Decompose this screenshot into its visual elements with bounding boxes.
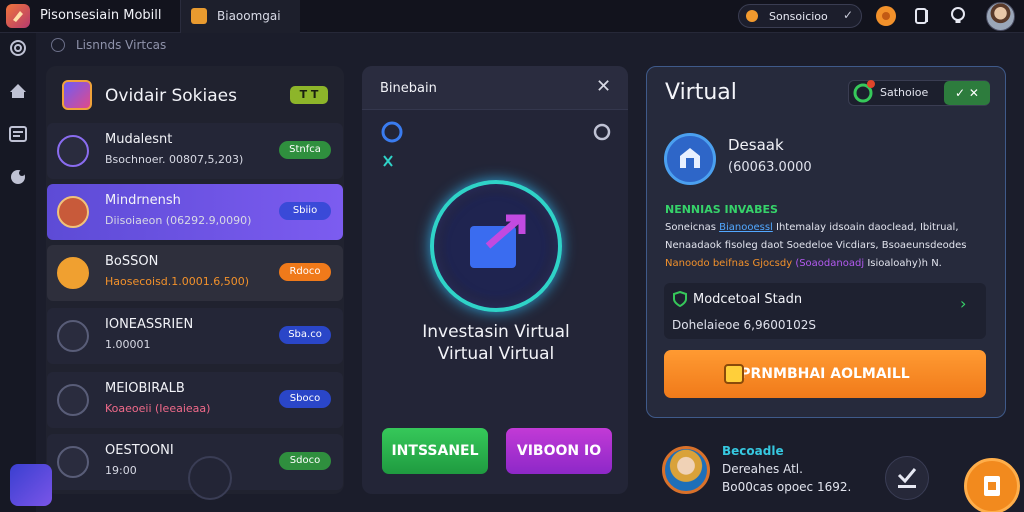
- list-item-sub: 1.00001: [105, 338, 151, 351]
- profile-detail: Dereahes Atl.: [722, 462, 803, 476]
- virtual-hero-icon: [430, 180, 562, 312]
- notification-icon[interactable]: [876, 6, 896, 26]
- tab-label: Biaoomgai: [217, 9, 281, 23]
- tab-secondary[interactable]: Biaoomgai: [180, 0, 300, 33]
- breadcrumb-icon: [51, 38, 65, 52]
- status-pill-label: Sathoioe: [880, 86, 929, 99]
- panel-header-icon: [62, 80, 92, 110]
- account-code: (60063.0000: [728, 160, 812, 175]
- session-label: Sonsoicioo: [769, 10, 828, 23]
- status-row-meta: Dohelaieoe 6,9600102S: [672, 318, 817, 332]
- floating-action-button[interactable]: [964, 458, 1020, 512]
- add-item-button[interactable]: [10, 464, 52, 506]
- list-item-selected[interactable]: Mindrnensh Diisoiaeon (06292.9,0090) Sbi…: [47, 184, 343, 240]
- profile-avatar[interactable]: [662, 446, 710, 494]
- breadcrumb[interactable]: Lisnnds Virtcas: [76, 38, 166, 52]
- app-title: Pisonsesiain Mobill: [40, 8, 162, 23]
- bug-report-button[interactable]: [188, 456, 232, 500]
- description-link[interactable]: Bianooessl: [719, 222, 773, 233]
- tab-icon: [191, 8, 207, 24]
- document-icon: [57, 135, 89, 167]
- tag-icon: [57, 257, 89, 289]
- session-status-icon: [746, 10, 758, 22]
- virtual-card-title: Virtual: [665, 80, 737, 105]
- video-button[interactable]: VIBOON IO: [506, 428, 612, 474]
- primary-action-button[interactable]: PRNMBHAI AOLMAILL: [664, 350, 986, 398]
- session-selector[interactable]: Sonsoicioo ✓: [738, 4, 862, 28]
- description-link[interactable]: (Soaodanoadj: [795, 258, 864, 269]
- profile-title: Becoadle: [722, 444, 784, 458]
- chevron-down-icon: ✓: [843, 8, 854, 22]
- check-button[interactable]: [885, 456, 929, 500]
- printer-icon: [57, 320, 89, 352]
- chevron-right-icon[interactable]: ›: [960, 294, 966, 313]
- list-item-title: OESTOONI: [105, 443, 174, 458]
- account-name: Desaak: [728, 136, 784, 154]
- list-item-title: BoSSON: [105, 254, 159, 269]
- status-badge[interactable]: Sbiio: [279, 202, 331, 220]
- detail-card-title: Binebain: [380, 81, 437, 96]
- status-badge[interactable]: Stnfca: [279, 141, 331, 159]
- list-item[interactable]: Mudalesnt Bsochnoer. 00807,5,203) Stnfca: [47, 123, 343, 179]
- status-row-title: Modcetoal Stadn: [693, 292, 803, 307]
- list-item-title: MEIOBIRALB: [105, 381, 185, 396]
- install-button[interactable]: INTSSANEL: [382, 428, 488, 474]
- location-icon[interactable]: [380, 120, 404, 144]
- status-badge[interactable]: Sboco: [279, 390, 331, 408]
- list-item-title: Mudalesnt: [105, 132, 173, 147]
- at-icon[interactable]: [8, 38, 28, 58]
- description-line: Nanoodo beifnas Gjocsdy (Soaodanoadj Isi…: [665, 258, 942, 269]
- list-item[interactable]: MEIOBIRALB Koaeoeii (Ieeaieaa) Sboco: [47, 372, 343, 428]
- detail-heading: Investasin Virtual: [422, 322, 570, 342]
- list-icon[interactable]: [8, 124, 28, 144]
- sparkle-icon: [383, 155, 393, 167]
- bug-icon: [57, 446, 89, 478]
- close-icon[interactable]: ✕: [596, 76, 611, 97]
- confirm-toggle[interactable]: ✓ ✕: [944, 81, 990, 105]
- status-badge[interactable]: Rdoco: [279, 263, 331, 281]
- account-avatar: [664, 133, 716, 185]
- check-icon: [897, 468, 917, 488]
- shield-check-icon: [673, 291, 687, 307]
- avatar: [57, 196, 89, 228]
- panel-title: Ovidair Sokiaes: [105, 86, 237, 106]
- status-badge[interactable]: Sdoco: [279, 452, 331, 470]
- description-line: Nenaadaok fisoleg daot Soedeloe Vicdiars…: [665, 240, 967, 251]
- list-item[interactable]: IONEASSRIEN 1.00001 Sba.co: [47, 308, 343, 364]
- status-badge[interactable]: Sba.co: [279, 326, 331, 344]
- description-line: Soneicnas Bianooessl Ihtemalay idsoain d…: [665, 222, 959, 233]
- list-item-sub: 19:00: [105, 464, 137, 477]
- list-item-sub: Diisoiaeon (06292.9,0090): [105, 214, 252, 227]
- list-item-title: IONEASSRIEN: [105, 317, 194, 332]
- list-item-sub: Bsochnoer. 00807,5,203): [105, 153, 244, 166]
- link-icon: [853, 80, 875, 103]
- top-bar: Pisonsesiain Mobill Biaoomgai Sonsoicioo…: [0, 0, 1024, 33]
- list-item-sub: Koaeoeii (Ieeaieaa): [105, 402, 211, 415]
- chart-icon: [57, 384, 89, 416]
- bulb-icon[interactable]: [948, 6, 968, 26]
- list-item[interactable]: BoSSON Haosecoisd.1.0001.6,500) Rdoco: [47, 245, 343, 301]
- document-icon[interactable]: [912, 6, 932, 26]
- document-icon: [984, 476, 1000, 496]
- badge-icon: [724, 364, 744, 384]
- home-icon[interactable]: [8, 81, 28, 101]
- detail-heading-2: Virtual Virtual: [437, 344, 555, 364]
- section-heading: NENNIAS INVABES: [665, 203, 778, 216]
- list-item-sub: Haosecoisd.1.0001.6,500): [105, 275, 250, 288]
- toggle-icon[interactable]: [592, 122, 612, 142]
- app-logo-icon[interactable]: [6, 4, 30, 28]
- left-rail: [0, 33, 36, 512]
- profile-detail-2: Bo00cas opoec 1692.: [722, 480, 852, 494]
- avatar[interactable]: [986, 2, 1015, 31]
- settings-icon[interactable]: [8, 167, 28, 187]
- list-item-title: Mindrnensh: [105, 193, 181, 208]
- panel-badge: T T: [290, 86, 328, 104]
